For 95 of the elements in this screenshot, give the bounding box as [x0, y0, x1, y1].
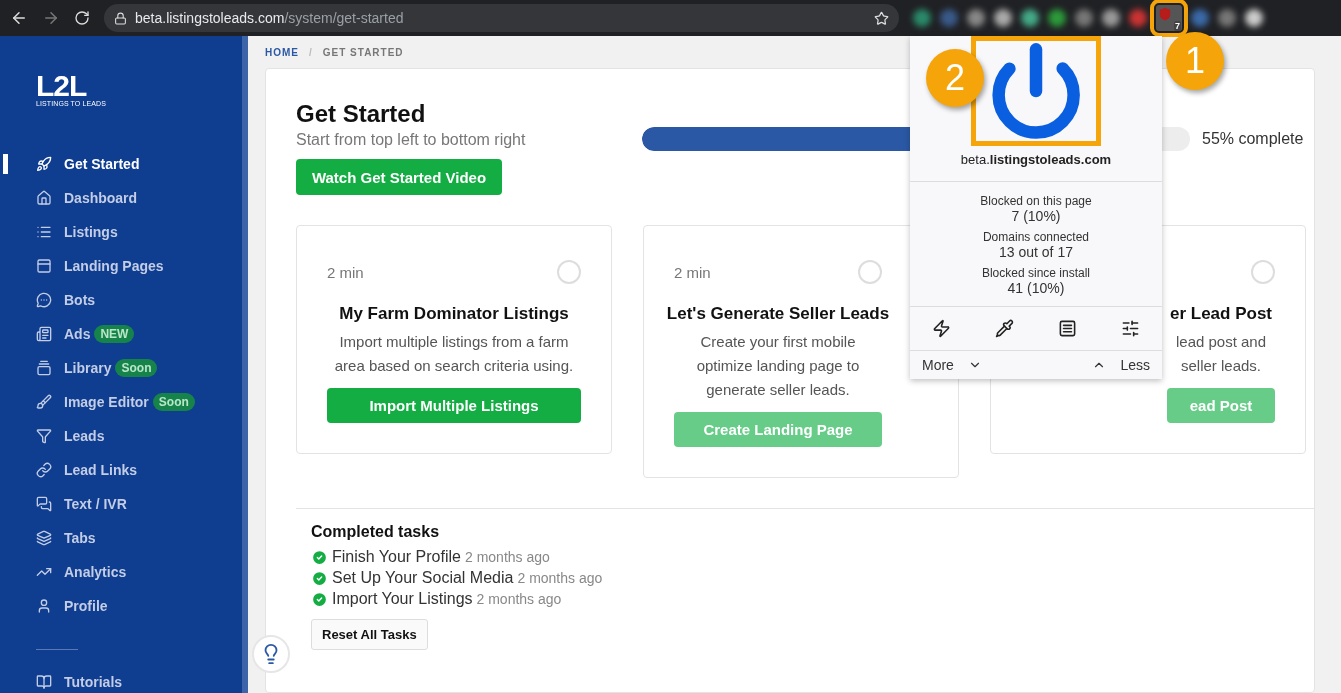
sidebar-item[interactable]: Tutorials [0, 670, 242, 693]
check-icon [311, 569, 328, 587]
duration-text: 2 min [674, 263, 711, 281]
blurred-extension-icon [1021, 9, 1039, 27]
reset-button[interactable]: Reset All Tasks [311, 619, 428, 650]
check-icon [311, 590, 328, 608]
stat-value: 7 (10%) [1011, 208, 1061, 224]
task-checkbox[interactable] [557, 260, 581, 284]
eyedropper-icon[interactable] [995, 319, 1014, 338]
card-description: lead post and seller leads. [1174, 332, 1268, 376]
stat-label: Domains connected [982, 230, 1089, 244]
house-icon [36, 190, 52, 206]
blurred-extension-icon [967, 9, 985, 27]
card-description: Import multiple listings from a farm area based on search criteria using. [333, 332, 575, 376]
list-window-icon[interactable] [1058, 319, 1077, 338]
brush-icon [36, 394, 52, 410]
card-title: Let's Generate Seller Leads [666, 304, 890, 324]
less-button[interactable]: Less [1092, 357, 1150, 373]
blurred-extension-icon [1129, 9, 1147, 27]
sidebar-item[interactable]: Lead Links [0, 453, 242, 487]
stat-value: 41 (10%) [1007, 280, 1065, 296]
status-badge: NEW [94, 325, 135, 343]
chat-bubble-icon [36, 292, 52, 308]
card-title: er Lead Post [1169, 304, 1272, 324]
card-title: My Farm Dominator Listings [339, 304, 569, 324]
task-label: Finish Your Profile [332, 548, 461, 566]
address-bar[interactable]: beta.listingstoleads.com/system/get-started [104, 4, 899, 32]
sidebar-item[interactable]: Get Started [0, 147, 242, 181]
task-time: 2 months ago [476, 591, 562, 607]
more-button[interactable]: More [922, 357, 982, 373]
page-title: Get Started [296, 99, 427, 129]
sidebar-item[interactable]: Leads [0, 419, 242, 453]
sidebar-item[interactable]: Bots [0, 283, 242, 317]
progress-reading: 55% complete [1202, 130, 1304, 148]
sidebar-item[interactable]: Landing Pages [0, 249, 242, 283]
rocket-icon [36, 156, 52, 172]
page-subtitle: Start from top left to bottom right [296, 131, 527, 149]
stat-label: Blocked since install [981, 266, 1090, 280]
blurred-extension-icon [1075, 9, 1093, 27]
stack-icon [36, 360, 52, 376]
task-label: Import Your Listings [332, 590, 473, 608]
star-icon[interactable] [874, 10, 889, 26]
stat-value: 13 out of 17 [999, 244, 1073, 260]
sidebar-item[interactable]: Text / IVR [0, 487, 242, 521]
shield-icon [1158, 7, 1172, 21]
sidebar-item[interactable]: Profile [0, 589, 242, 623]
blurred-extension-icon [1218, 9, 1236, 27]
task-time: 2 months ago [517, 570, 603, 586]
lightning-icon[interactable] [932, 319, 951, 338]
sidebar-item[interactable]: Listings [0, 215, 242, 249]
reload-icon[interactable] [74, 10, 90, 26]
forward-icon[interactable] [42, 9, 60, 27]
blurred-extension-icon [1048, 9, 1066, 27]
sidebar-item[interactable]: Library Soon [0, 351, 242, 385]
window-icon [36, 258, 52, 274]
blurred-extension-icon [1245, 9, 1263, 27]
stat-label: Blocked on this page [980, 194, 1092, 208]
url-text: beta.listingstoleads.com/system/get-started [135, 10, 405, 26]
blurred-extension-icon [940, 9, 958, 27]
logo: L2L [36, 72, 87, 100]
sidebar-item[interactable]: Image Editor Soon [0, 385, 242, 419]
sidebar-item[interactable]: Analytics [0, 555, 242, 589]
lightbulb-button[interactable] [252, 635, 290, 673]
blurred-extension-icon [1102, 9, 1120, 27]
duration-text: 2 min [327, 263, 364, 281]
domain-text: beta.listingstoleads.com [960, 152, 1112, 167]
task-label: Set Up Your Social Media [332, 569, 514, 587]
funnel-icon [36, 428, 52, 444]
blurred-extension-icon [994, 9, 1012, 27]
section-title: Completed tasks [311, 523, 441, 541]
chat-bubbles-icon [36, 496, 52, 512]
link-icon [36, 462, 52, 478]
breadcrumb-link[interactable]: HOME [265, 46, 299, 58]
status-badge: Soon [115, 359, 158, 377]
lock-icon [114, 11, 127, 25]
list-icon [36, 224, 52, 240]
card-description: Create your first mobile optimize landing page to generate seller leads. [695, 332, 861, 400]
breadcrumb-link[interactable]: GET STARTED [322, 46, 404, 58]
extension-badge: 7 [1174, 21, 1181, 31]
layers-icon [36, 530, 52, 546]
back-icon[interactable] [10, 9, 28, 27]
check-icon [311, 548, 328, 566]
selection-bar [3, 154, 8, 174]
sidebar-item[interactable]: Tabs [0, 521, 242, 555]
book-icon [36, 673, 52, 690]
sliders-icon[interactable] [1121, 319, 1140, 338]
breadcrumb-separator: / [309, 46, 313, 58]
sidebar-item[interactable]: Ads NEW [0, 317, 242, 351]
status-badge: Soon [152, 393, 195, 411]
blurred-extension-icon [913, 9, 931, 27]
blurred-extension-icon [1191, 9, 1209, 27]
sidebar-item[interactable]: Dashboard [0, 181, 242, 215]
newspaper-icon [36, 326, 52, 342]
task-time: 2 months ago [464, 549, 550, 565]
user-icon [36, 598, 52, 614]
